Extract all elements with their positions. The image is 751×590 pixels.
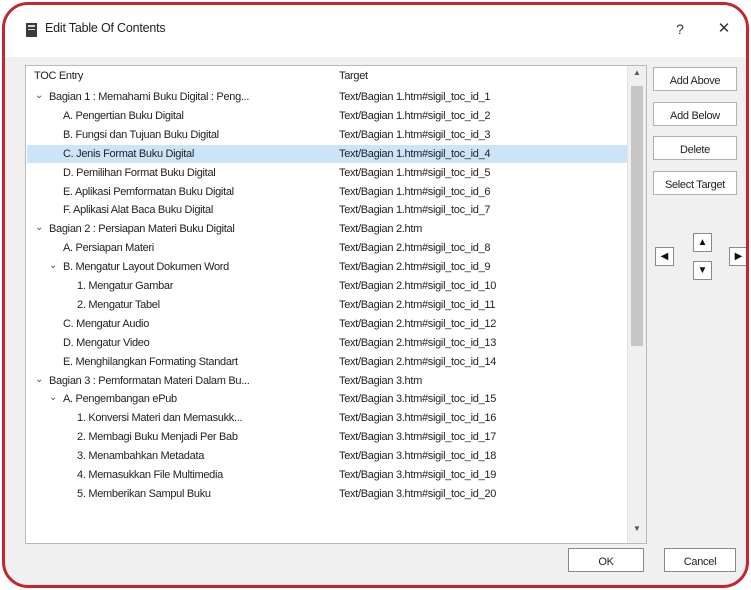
tree-row[interactable]: 1. Mengatur Gambar Text/Bagian 2.htm#sigi… [27, 277, 627, 295]
chevron-down-icon[interactable]: ⌄ [35, 222, 43, 233]
toc-target-text: Text/Bagian 3.htm#sigil_toc_id_19 [339, 469, 497, 481]
toc-target-text: Text/Bagian 2.htm#sigil_toc_id_8 [339, 242, 491, 255]
toc-target-text: Text/Bagian 3.htm#sigil_toc_id_16 [339, 412, 497, 425]
tree-row[interactable]: ⌄ A. Pengembangan ePub Text/Bagian 3.htm#s… [27, 390, 627, 408]
toc-target-text: Text/Bagian 1.htm#sigil_toc_id_2 [339, 109, 491, 122]
toc-target-text: Text/Bagian 1.htm#sigil_toc_id_1 [339, 91, 491, 103]
tree-row[interactable]: 4. Memasukkan File Multimedia Text/Bagian… [27, 466, 627, 484]
tree-row[interactable]: 5. Memberikan Sampul Buku Text/Bagian 3.h… [27, 485, 627, 503]
cancel-button[interactable]: Cancel [664, 548, 736, 572]
toc-entry-text: B. Fungsi dan Tujuan Buku Digital [63, 128, 219, 141]
toc-entry-text: E. Menghilangkan Formating Standart [63, 355, 238, 368]
toc-entry-text: B. Mengatur Layout Dokumen Word [63, 261, 229, 274]
toc-entry-text: Bagian 1 : Memahami Buku Digital : Peng.… [49, 91, 250, 103]
tree-row[interactable]: A. Persiapan Materi Text/Bagian 2.htm#sig… [27, 239, 627, 257]
tree-row[interactable]: ⌄ B. Mengatur Layout Dokumen Word Text/Bag… [27, 258, 627, 276]
add-below-button[interactable]: Add Below [653, 102, 737, 126]
tree-row[interactable]: 3. Menambahkan Metadata Text/Bagian 3.htm… [27, 447, 627, 465]
toc-target-text: Text/Bagian 3.htm#sigil_toc_id_17 [339, 431, 497, 444]
tree-row[interactable]: C. Mengatur Audio Text/Bagian 2.htm#sigil… [27, 315, 627, 333]
tree-row[interactable]: 2. Membagi Buku Menjadi Per Bab Text/Bagi… [27, 428, 627, 446]
toc-target-text: Text/Bagian 2.htm#sigil_toc_id_13 [339, 336, 497, 349]
toc-target-text: Text/Bagian 1.htm#sigil_toc_id_4 [339, 147, 491, 160]
toc-target-text: Text/Bagian 3.htm#sigil_toc_id_20 [339, 487, 497, 500]
toc-entry-text: 1. Konversi Materi dan Memasukk... [77, 412, 243, 425]
tree-row[interactable]: A. Pengertian Buku Digital Text/Bagian 1.… [27, 107, 627, 125]
tree-row[interactable]: D. Pemilihan Format Buku Digital Text/Bag… [27, 164, 627, 182]
toc-target-text: Text/Bagian 3.htm [339, 374, 422, 387]
toc-target-text: Text/Bagian 1.htm#sigil_toc_id_6 [339, 185, 491, 198]
toc-entry-text: 3. Menambahkan Metadata [77, 450, 205, 463]
close-icon[interactable]: ✕ [711, 17, 737, 41]
select-target-button[interactable]: Select Target [653, 171, 737, 195]
move-up-icon[interactable]: ▲ [693, 233, 712, 252]
move-right-icon[interactable]: ▶ [729, 247, 746, 266]
toc-target-text: Text/Bagian 1.htm#sigil_toc_id_5 [339, 166, 491, 179]
tree-row[interactable]: 2. Mengatur Tabel Text/Bagian 2.htm#sigil… [27, 296, 627, 314]
tree-row[interactable]: ⌄ Bagian 3 : Pemformatan Materi Dalam Bu.… [27, 372, 627, 390]
vertical-scrollbar[interactable]: ▲ ▼ [627, 66, 646, 543]
dialog-window: Edit Table Of Contents ? ✕ TOC Entry Tar… [2, 2, 749, 588]
help-icon[interactable]: ? [668, 17, 692, 41]
chevron-down-icon[interactable]: ⌄ [35, 374, 43, 385]
add-above-button[interactable]: Add Above [653, 67, 737, 91]
toc-entry-text: Bagian 2 : Persiapan Materi Buku Digital [49, 223, 235, 236]
toc-target-text: Text/Bagian 3.htm#sigil_toc_id_18 [339, 450, 497, 463]
tree-row[interactable]: ⌄ Bagian 2 : Persiapan Materi Buku Digita… [27, 220, 627, 238]
tree-row[interactable]: F. Aplikasi Alat Baca Buku Digital Text/B… [27, 201, 627, 219]
chevron-down-icon[interactable]: ⌄ [49, 392, 57, 403]
toc-tree[interactable]: TOC Entry Target ⌄ Bagian 1 : Memahami Bu… [25, 65, 647, 544]
toc-entry-text: E. Aplikasi Pemformatan Buku Digital [63, 185, 234, 198]
toc-target-text: Text/Bagian 3.htm#sigil_toc_id_15 [339, 393, 497, 406]
chevron-down-icon[interactable]: ⌄ [49, 260, 57, 271]
toc-entry-text: 1. Mengatur Gambar [77, 280, 174, 292]
toc-target-text: Text/Bagian 1.htm#sigil_toc_id_7 [339, 204, 491, 217]
scroll-down-icon[interactable]: ▼ [628, 524, 646, 540]
delete-button[interactable]: Delete [653, 136, 737, 160]
move-down-icon[interactable]: ▼ [693, 261, 712, 280]
column-header-toc-entry[interactable]: TOC Entry [34, 70, 83, 82]
move-left-icon[interactable]: ◀ [655, 247, 674, 266]
toc-target-text: Text/Bagian 2.htm#sigil_toc_id_12 [339, 317, 497, 330]
ok-button[interactable]: OK [568, 548, 644, 572]
window-title: Edit Table Of Contents [45, 21, 166, 35]
tree-row[interactable]: C. Jenis Format Buku Digital Text/Bagian … [27, 144, 627, 163]
scroll-up-icon[interactable]: ▲ [628, 68, 646, 84]
toc-target-text: Text/Bagian 2.htm [339, 223, 422, 236]
toc-entry-text: 5. Memberikan Sampul Buku [77, 487, 211, 500]
toc-target-text: Text/Bagian 2.htm#sigil_toc_id_11 [339, 298, 496, 311]
tree-row[interactable]: E. Menghilangkan Formating Standart Text/… [27, 353, 627, 371]
chevron-down-icon[interactable]: ⌄ [35, 90, 43, 101]
tree-row[interactable]: B. Fungsi dan Tujuan Buku Digital Text/Ba… [27, 126, 627, 144]
toc-entry-text: A. Pengertian Buku Digital [63, 109, 184, 122]
tree-row[interactable]: ⌄ Bagian 1 : Memahami Buku Digital : Peng… [27, 88, 627, 106]
column-header-target[interactable]: Target [339, 70, 368, 82]
toc-entry-text: 2. Mengatur Tabel [77, 298, 160, 311]
toc-entry-text: Bagian 3 : Pemformatan Materi Dalam Bu..… [49, 374, 250, 387]
toc-entry-text: D. Pemilihan Format Buku Digital [63, 166, 216, 179]
toc-entry-text: 2. Membagi Buku Menjadi Per Bab [77, 431, 238, 444]
toc-entry-text: A. Persiapan Materi [63, 242, 154, 255]
tree-row[interactable]: E. Aplikasi Pemformatan Buku Digital Text… [27, 183, 627, 201]
toc-entry-text: C. Mengatur Audio [63, 317, 150, 330]
toc-entry-text: 4. Memasukkan File Multimedia [77, 469, 223, 481]
toc-entry-text: C. Jenis Format Buku Digital [63, 147, 194, 160]
toc-target-text: Text/Bagian 2.htm#sigil_toc_id_9 [339, 261, 491, 274]
title-bar: Edit Table Of Contents ? ✕ [5, 5, 746, 57]
book-icon [26, 23, 37, 37]
toc-entry-text: F. Aplikasi Alat Baca Buku Digital [63, 204, 213, 217]
toc-target-text: Text/Bagian 2.htm#sigil_toc_id_10 [339, 280, 497, 292]
toc-target-text: Text/Bagian 1.htm#sigil_toc_id_3 [339, 128, 491, 141]
tree-row[interactable]: D. Mengatur Video Text/Bagian 2.htm#sigil… [27, 334, 627, 352]
tree-row[interactable]: 1. Konversi Materi dan Memasukk... Text/B… [27, 409, 627, 427]
scroll-thumb[interactable] [631, 86, 643, 346]
toc-entry-text: D. Mengatur Video [63, 336, 150, 349]
toc-entry-text: A. Pengembangan ePub [63, 393, 177, 406]
toc-target-text: Text/Bagian 2.htm#sigil_toc_id_14 [339, 355, 497, 368]
